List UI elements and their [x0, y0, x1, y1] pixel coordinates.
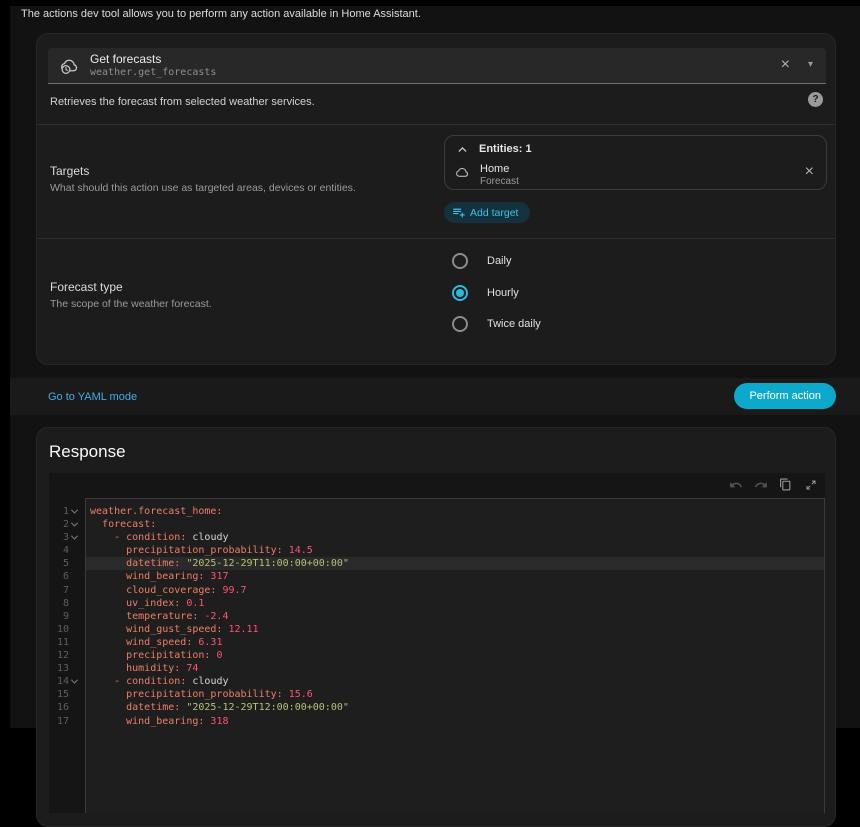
cloud-icon — [455, 165, 470, 180]
line-number: 14 — [49, 675, 85, 688]
remove-entity-icon[interactable]: × — [805, 164, 814, 180]
radio-option-daily[interactable]: Daily — [452, 253, 511, 269]
redo-icon[interactable] — [752, 476, 769, 493]
code-line: wind_gust_speed: 12.11 — [86, 623, 824, 636]
help-icon[interactable]: ? — [808, 92, 823, 107]
go-to-yaml-mode-link[interactable]: Go to YAML mode — [48, 378, 137, 415]
line-number: 13 — [49, 662, 85, 675]
line-number: 17 — [49, 715, 85, 728]
code-line: wind_bearing: 317 — [86, 570, 824, 583]
line-number: 2 — [49, 518, 85, 531]
targets-description: What should this action use as targeted … — [50, 182, 356, 194]
line-number: 16 — [49, 701, 85, 714]
line-number: 7 — [49, 584, 85, 597]
line-number: 8 — [49, 597, 85, 610]
targets-label: Targets — [50, 164, 89, 178]
radio-unselected-icon[interactable] — [452, 316, 468, 332]
undo-icon[interactable] — [727, 476, 744, 493]
dropdown-caret-icon[interactable]: ▾ — [808, 59, 813, 70]
copy-icon[interactable] — [777, 476, 794, 493]
code-content[interactable]: weather.forecast_home: forecast: - condi… — [85, 498, 825, 813]
radio-dot — [456, 320, 464, 328]
action-card: Get forecasts weather.get_forecasts × ▾ … — [36, 33, 836, 365]
divider — [37, 238, 835, 239]
collapse-chevron-up-icon[interactable] — [456, 143, 469, 156]
code-line: weather.forecast_home: — [86, 505, 824, 518]
line-number: 11 — [49, 636, 85, 649]
entities-panel: Entities: 1 Home Forecast × — [444, 135, 827, 190]
clear-service-icon[interactable]: × — [781, 57, 790, 73]
code-line: forecast: — [86, 518, 824, 531]
fold-chevron-icon[interactable] — [71, 533, 78, 540]
line-number: 4 — [49, 544, 85, 557]
line-number: 15 — [49, 688, 85, 701]
code-line: precipitation: 0 — [86, 649, 824, 662]
response-card: Response 1234567891011121314151617 weath… — [36, 427, 836, 827]
radio-label: Twice daily — [487, 318, 541, 330]
page-intro: The actions dev tool allows you to perfo… — [21, 8, 421, 20]
fold-chevron-icon[interactable] — [71, 507, 78, 514]
line-number: 10 — [49, 623, 85, 636]
weather-cloud-clock-icon — [59, 56, 79, 76]
entity-name: Home — [480, 163, 509, 175]
radio-unselected-icon[interactable] — [452, 253, 468, 269]
radio-dot — [456, 257, 464, 265]
code-line: wind_bearing: 318 — [86, 715, 824, 728]
code-line: precipitation_probability: 14.5 — [86, 544, 824, 557]
radio-option-twice-daily[interactable]: Twice daily — [452, 316, 541, 332]
playlist-plus-icon — [452, 206, 465, 219]
entities-count-header: Entities: 1 — [479, 143, 532, 155]
yaml-response-editor: 1234567891011121314151617 weather.foreca… — [49, 473, 825, 813]
forecast-type-label: Forecast type — [50, 280, 123, 294]
code-line: wind_speed: 6.31 — [86, 636, 824, 649]
service-id: weather.get_forecasts — [90, 67, 216, 78]
line-number: 12 — [49, 649, 85, 662]
divider — [37, 124, 835, 125]
response-title: Response — [49, 442, 126, 462]
code-line: datetime: "2025-12-29T11:00:00+00:00" — [86, 557, 824, 570]
entity-secondary: Forecast — [480, 176, 519, 187]
code-line: uv_index: 0.1 — [86, 597, 824, 610]
code-line: temperature: -2.4 — [86, 610, 824, 623]
radio-option-hourly[interactable]: Hourly — [452, 285, 519, 301]
add-target-button[interactable]: Add target — [444, 202, 530, 223]
dev-tools-actions-page: The actions dev tool allows you to perfo… — [10, 6, 860, 728]
add-target-label: Add target — [470, 207, 518, 219]
service-title: Get forecasts — [90, 52, 161, 66]
line-number: 3 — [49, 531, 85, 544]
code-line: - condition: cloudy — [86, 531, 824, 544]
expand-icon[interactable] — [802, 476, 819, 493]
radio-selected-icon[interactable] — [452, 285, 468, 301]
code-line: - condition: cloudy — [86, 675, 824, 688]
line-number: 5 — [49, 557, 85, 570]
radio-label: Hourly — [487, 287, 519, 299]
line-number: 1 — [49, 505, 85, 518]
service-picker-field[interactable]: Get forecasts weather.get_forecasts × ▾ — [48, 48, 826, 84]
code-line: humidity: 74 — [86, 662, 824, 675]
perform-action-button[interactable]: Perform action — [734, 383, 836, 409]
code-line: datetime: "2025-12-29T12:00:00+00:00" — [86, 701, 824, 714]
line-number: 6 — [49, 570, 85, 583]
code-line: cloud_coverage: 99.7 — [86, 584, 824, 597]
radio-dot — [456, 289, 464, 297]
action-description: Retrieves the forecast from selected wea… — [50, 96, 315, 108]
forecast-type-description: The scope of the weather forecast. — [50, 298, 212, 310]
fold-chevron-icon[interactable] — [71, 677, 78, 684]
code-line: precipitation_probability: 15.6 — [86, 688, 824, 701]
action-toolbar: Go to YAML mode Perform action — [10, 378, 860, 415]
radio-label: Daily — [487, 255, 511, 267]
line-number-gutter: 1234567891011121314151617 — [49, 498, 85, 813]
fold-chevron-icon[interactable] — [71, 520, 78, 527]
editor-toolbar — [727, 476, 819, 493]
line-number: 9 — [49, 610, 85, 623]
